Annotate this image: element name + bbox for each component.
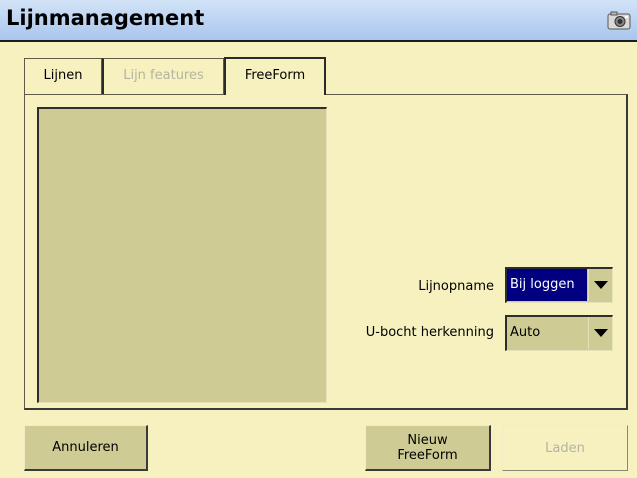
cancel-button[interactable]: Annuleren [24, 425, 148, 471]
window-title: Lijnmanagement [6, 6, 205, 30]
new-freeform-label-line2: FreeForm [397, 447, 458, 463]
new-freeform-label-line1: Nieuw [407, 432, 448, 448]
line-recording-label: Lijnopname [418, 279, 494, 294]
new-freeform-button[interactable]: Nieuw FreeForm [365, 425, 491, 471]
line-recording-arrow-button[interactable] [588, 269, 612, 301]
tab-freeform[interactable]: FreeForm [224, 57, 326, 95]
freeform-preview [37, 107, 327, 403]
u-turn-detection-dropdown[interactable]: Auto [505, 315, 613, 351]
u-turn-detection-label: U-bocht herkenning [365, 325, 494, 340]
chevron-down-icon [594, 281, 608, 289]
u-turn-detection-arrow-button[interactable] [588, 317, 612, 349]
load-button-label: Laden [545, 440, 585, 456]
chevron-down-icon [594, 329, 608, 337]
tab-lijnen[interactable]: Lijnen [24, 58, 102, 94]
tab-container: Lijnen Lijn features FreeForm Lijnopname… [24, 57, 628, 410]
line-recording-value[interactable]: Bij loggen [507, 269, 587, 301]
title-bar: Lijnmanagement [0, 0, 637, 42]
freeform-panel: Lijnopname Bij loggen U-bocht herkenning… [24, 94, 628, 410]
load-button: Laden [502, 425, 628, 471]
u-turn-detection-value[interactable]: Auto [507, 317, 587, 349]
tab-lijn-features: Lijn features [102, 58, 224, 94]
camera-icon[interactable] [607, 10, 631, 30]
cancel-button-label: Annuleren [52, 440, 119, 455]
line-recording-dropdown[interactable]: Bij loggen [505, 267, 613, 303]
